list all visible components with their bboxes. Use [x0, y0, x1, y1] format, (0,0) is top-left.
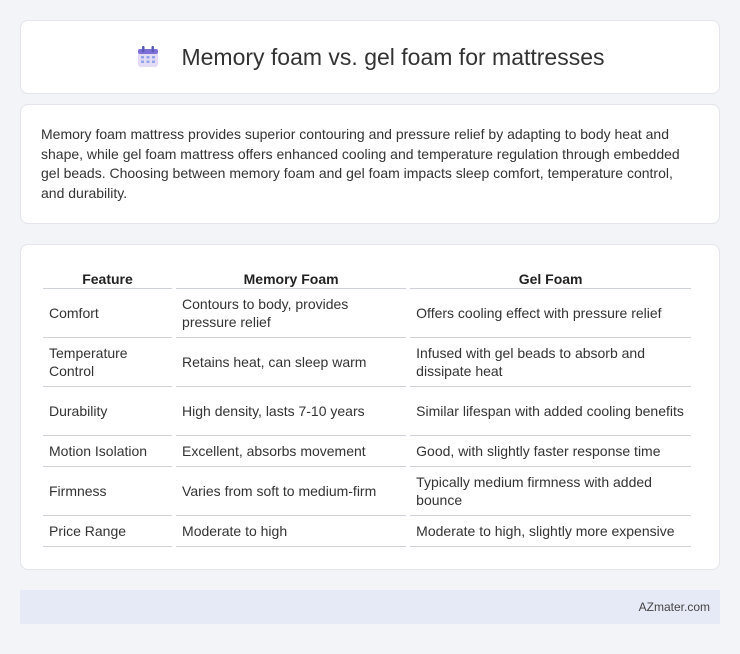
table-row: Motion Isolation Excellent, absorbs move… — [43, 436, 691, 467]
header-feature: Feature — [43, 267, 173, 289]
cell-memory-foam: Moderate to high — [176, 516, 407, 547]
comparison-card: Feature Memory Foam Gel Foam Comfort Con… — [20, 244, 720, 570]
intro-text: Memory foam mattress provides superior c… — [41, 126, 680, 201]
cell-gel-foam: Similar lifespan with added cooling bene… — [410, 387, 691, 436]
intro-card: Memory foam mattress provides superior c… — [20, 104, 720, 224]
cell-memory-foam: Excellent, absorbs movement — [176, 436, 407, 467]
cell-memory-foam: Varies from soft to medium-firm — [176, 467, 407, 516]
cell-feature: Temperature Control — [43, 338, 173, 387]
header-memory-foam: Memory Foam — [176, 267, 407, 289]
cell-feature: Firmness — [43, 467, 173, 516]
cell-gel-foam: Good, with slightly faster response time — [410, 436, 691, 467]
cell-gel-foam: Offers cooling effect with pressure reli… — [410, 289, 691, 338]
cell-memory-foam: High density, lasts 7-10 years — [176, 387, 407, 436]
comparison-table: Feature Memory Foam Gel Foam Comfort Con… — [39, 267, 695, 547]
table-header-row: Feature Memory Foam Gel Foam — [43, 267, 691, 289]
cell-gel-foam: Moderate to high, slightly more expensiv… — [410, 516, 691, 547]
header-gel-foam: Gel Foam — [410, 267, 691, 289]
table-row: Comfort Contours to body, provides press… — [43, 289, 691, 338]
table-row: Price Range Moderate to high Moderate to… — [43, 516, 691, 547]
cell-feature: Motion Isolation — [43, 436, 173, 467]
cell-feature: Durability — [43, 387, 173, 436]
cell-memory-foam: Retains heat, can sleep warm — [176, 338, 407, 387]
source-label: AZmater.com — [638, 600, 710, 614]
table-row: Durability High density, lasts 7-10 year… — [43, 387, 691, 436]
table-row: Firmness Varies from soft to medium-firm… — [43, 467, 691, 516]
cell-memory-foam: Contours to body, provides pressure reli… — [176, 289, 407, 338]
cell-gel-foam: Typically medium firmness with added bou… — [410, 467, 691, 516]
page-title: Memory foam vs. gel foam for mattresses — [181, 43, 605, 70]
cell-gel-foam: Infused with gel beads to absorb and dis… — [410, 338, 691, 387]
title-card: Memory foam vs. gel foam for mattresses — [20, 20, 720, 94]
calendar-icon — [138, 46, 159, 67]
cell-feature: Price Range — [43, 516, 173, 547]
footer: AZmater.com — [20, 590, 720, 624]
cell-feature: Comfort — [43, 289, 173, 338]
table-row: Temperature Control Retains heat, can sl… — [43, 338, 691, 387]
